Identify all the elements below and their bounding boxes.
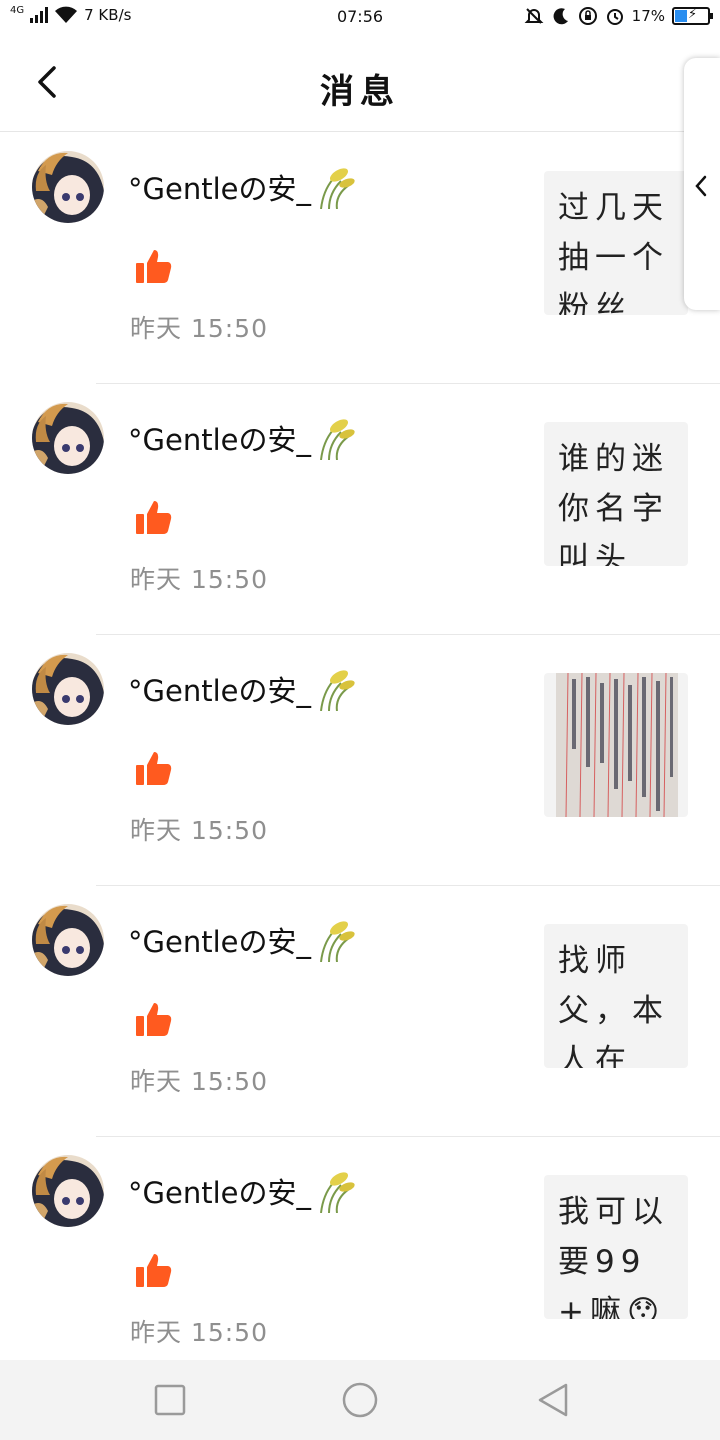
side-drawer-handle[interactable] xyxy=(684,58,720,310)
back-nav-button[interactable] xyxy=(534,1380,574,1420)
status-bar: 4G 7 KB/s 07:56 17% ⚡ xyxy=(0,0,720,34)
avatar[interactable] xyxy=(32,1155,104,1227)
avatar[interactable] xyxy=(32,151,104,223)
username-text: °Gentleの安_ xyxy=(128,674,311,708)
message-item[interactable]: °Gentleの安_ 昨天 15:50 过几天抽一个粉丝 xyxy=(0,133,720,384)
post-preview[interactable]: 谁的迷你名字叫头 xyxy=(544,422,688,566)
username[interactable]: °Gentleの安_ xyxy=(128,918,355,962)
post-preview[interactable]: 过几天抽一个粉丝 xyxy=(544,171,688,315)
handwritten-page-image xyxy=(556,673,678,817)
message-item[interactable]: °Gentleの安_ 昨天 15:50 找师父，本人在 xyxy=(0,886,720,1137)
recent-apps-button[interactable] xyxy=(150,1380,190,1420)
wheat-icon xyxy=(319,1172,355,1213)
alarm-icon xyxy=(606,9,623,25)
username-text: °Gentleの安_ xyxy=(128,1176,311,1210)
username[interactable]: °Gentleの安_ xyxy=(128,667,355,711)
post-preview-image[interactable] xyxy=(544,673,688,817)
post-preview[interactable]: 找师父，本人在 xyxy=(544,924,688,1068)
message-item[interactable]: °Gentleの安_ 昨天 15:50 我可以要99+嘛😯 xyxy=(0,1137,720,1388)
header: 消息 xyxy=(0,34,720,132)
mute-bell-icon xyxy=(524,8,544,24)
wheat-icon xyxy=(319,419,355,460)
message-time: 昨天 15:50 xyxy=(130,1318,268,1347)
wheat-icon xyxy=(319,168,355,209)
message-time: 昨天 15:50 xyxy=(130,314,268,343)
avatar[interactable] xyxy=(32,402,104,474)
avatar[interactable] xyxy=(32,904,104,976)
like-icon xyxy=(136,501,172,534)
battery-icon: ⚡ xyxy=(672,7,713,25)
avatar[interactable] xyxy=(32,653,104,725)
moon-icon xyxy=(553,8,568,25)
post-preview[interactable]: 我可以要99+嘛😯 xyxy=(544,1175,688,1319)
like-icon xyxy=(136,250,172,283)
page-title: 消息 xyxy=(320,72,400,112)
home-button[interactable] xyxy=(340,1380,380,1420)
message-list: °Gentleの安_ 昨天 15:50 过几天抽一个粉丝 °Gentleの安_ … xyxy=(0,133,720,1388)
message-item[interactable]: °Gentleの安_ 昨天 15:50 xyxy=(0,635,720,886)
like-icon xyxy=(136,752,172,785)
system-nav-bar xyxy=(0,1360,720,1440)
message-item[interactable]: °Gentleの安_ 昨天 15:50 谁的迷你名字叫头 xyxy=(0,384,720,635)
username-text: °Gentleの安_ xyxy=(128,172,311,206)
message-time: 昨天 15:50 xyxy=(130,816,268,845)
screen: 4G 7 KB/s 07:56 17% ⚡ 消息 °Gentleの安_ 昨天 1… xyxy=(0,0,720,1440)
wheat-icon xyxy=(319,670,355,711)
wheat-icon xyxy=(319,921,355,962)
status-right: 17% ⚡ xyxy=(524,6,713,26)
battery-percent: 17% xyxy=(631,7,665,25)
message-time: 昨天 15:50 xyxy=(130,565,268,594)
username[interactable]: °Gentleの安_ xyxy=(128,416,355,460)
username[interactable]: °Gentleの安_ xyxy=(128,1169,355,1213)
rotation-lock-icon xyxy=(578,7,597,25)
username-text: °Gentleの安_ xyxy=(128,925,311,959)
chevron-left-icon xyxy=(695,175,707,197)
message-time: 昨天 15:50 xyxy=(130,1067,268,1096)
username[interactable]: °Gentleの安_ xyxy=(128,165,355,209)
username-text: °Gentleの安_ xyxy=(128,423,311,457)
like-icon xyxy=(136,1254,172,1287)
like-icon xyxy=(136,1003,172,1036)
